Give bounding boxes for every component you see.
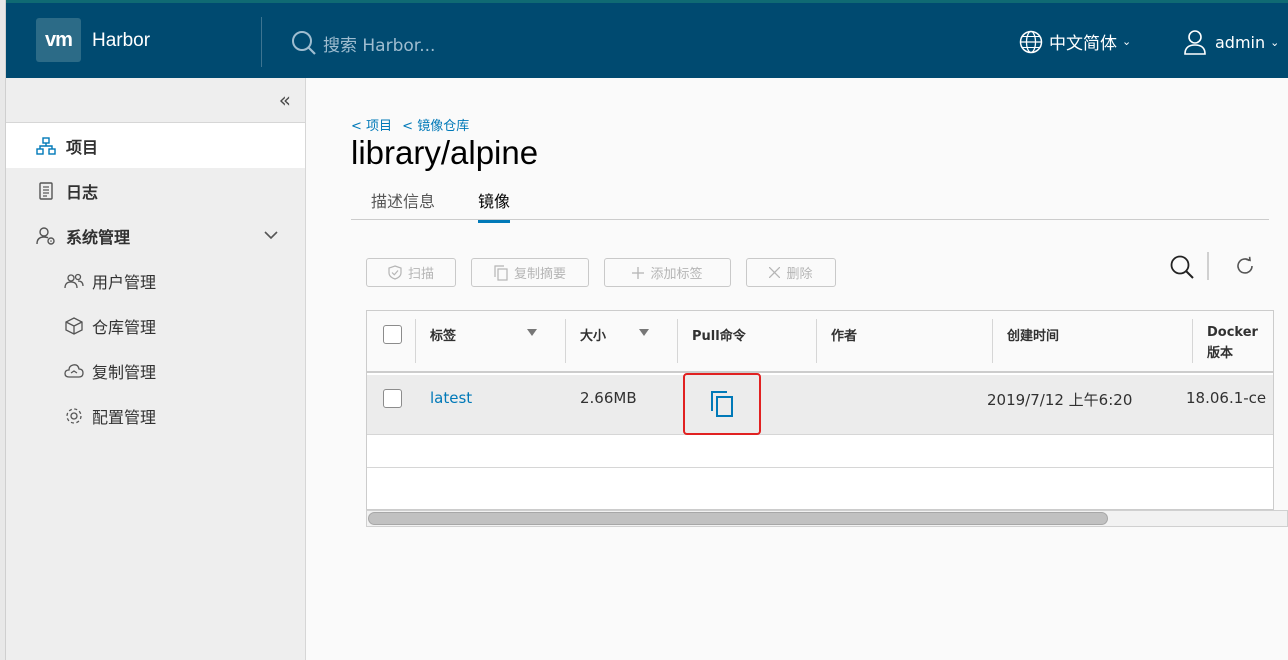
harbor-page: vm Harbor 搜索 Harbor... 中文简体 ⌄ admin ⌄ « … <box>0 0 1288 660</box>
cog-icon <box>66 407 82 424</box>
users-icon <box>64 273 84 288</box>
collapse-icon[interactable]: « <box>279 88 291 112</box>
column-divider <box>992 319 993 363</box>
column-header-created[interactable]: 创建时间 <box>1007 325 1059 344</box>
breadcrumb: < 项目 < 镜像仓库 <box>351 115 475 134</box>
column-divider <box>415 319 416 363</box>
sidebar-item-registries[interactable]: 仓库管理 <box>6 303 305 348</box>
language-selector[interactable]: 中文简体 ⌄ <box>1019 29 1131 54</box>
breadcrumb-projects[interactable]: < 项目 <box>351 119 392 134</box>
chevron-down-icon: ⌄ <box>1122 35 1132 48</box>
delete-button[interactable]: 删除 <box>746 258 836 287</box>
sidebar-item-config[interactable]: 配置管理 <box>6 393 305 438</box>
copy-digest-label: 复制摘要 <box>513 267 566 282</box>
row-divider <box>367 467 1273 468</box>
scan-button[interactable]: 扫描 <box>366 258 456 287</box>
column-divider <box>677 319 678 363</box>
column-header-docker[interactable]: Docker <box>1207 325 1258 340</box>
column-header-version: 版本 <box>1207 346 1234 361</box>
add-label-button[interactable]: 添加标签 <box>604 258 731 287</box>
size-cell: 2.66MB <box>580 389 637 407</box>
docker-version-cell: 18.06.1-ce <box>1186 389 1267 407</box>
sidebar-item-logs[interactable]: 日志 <box>6 168 305 213</box>
tag-link[interactable]: latest <box>430 389 472 407</box>
pull-command-copy-button[interactable] <box>683 373 761 435</box>
column-divider <box>1192 319 1193 363</box>
column-header-size[interactable]: 大小 <box>580 325 606 344</box>
toolbar-divider <box>1207 252 1209 280</box>
sidebar-item-label: 系统管理 <box>66 227 131 247</box>
page-title: library/alpine <box>351 134 539 171</box>
brand-name[interactable]: Harbor <box>92 30 150 52</box>
table-header: 标签 大小 Pull命令 作者 创建时间 Docker 版本 <box>367 311 1273 373</box>
filter-icon[interactable] <box>527 329 537 336</box>
copy-digest-button[interactable]: 复制摘要 <box>471 258 589 287</box>
top-header: vm Harbor 搜索 Harbor... 中文简体 ⌄ admin ⌄ <box>6 0 1288 78</box>
image-table: 标签 大小 Pull命令 作者 创建时间 Docker 版本 latest 2.… <box>366 310 1274 510</box>
column-header-tag[interactable]: 标签 <box>430 325 456 344</box>
sidebar-item-label: 项目 <box>66 137 99 157</box>
scrollbar-thumb[interactable] <box>368 512 1108 525</box>
column-divider <box>816 319 817 363</box>
copy-icon <box>494 264 508 281</box>
row-checkbox[interactable] <box>383 389 402 408</box>
tab-info[interactable]: 描述信息 <box>371 188 435 220</box>
user-menu[interactable]: admin ⌄ <box>1183 29 1279 55</box>
sidebar-item-label: 配置管理 <box>92 407 157 427</box>
breadcrumb-repositories[interactable]: < 镜像仓库 <box>402 119 469 134</box>
sidebar-item-projects[interactable]: 项目 <box>6 123 305 168</box>
chevron-down-icon[interactable] <box>263 227 279 243</box>
refresh-icon[interactable] <box>1234 255 1256 277</box>
project-icon <box>36 136 56 155</box>
close-icon <box>769 267 781 278</box>
sidebar-item-label: 仓库管理 <box>92 317 157 337</box>
log-icon <box>39 181 53 200</box>
sidebar-item-label: 用户管理 <box>92 272 157 292</box>
user-icon <box>1184 30 1206 55</box>
sidebar: « 项目 日志 系统管理 用户管理 仓库管理 复制管理 配置管理 <box>6 78 306 660</box>
created-cell: 2019/7/12 上午6:20 <box>987 391 1133 409</box>
table-row[interactable]: latest 2.66MB 2019/7/12 上午6:20 18.06.1-c… <box>367 373 1273 435</box>
tab-bar: 描述信息 镜像 <box>351 184 1269 223</box>
cube-icon <box>65 316 83 335</box>
sidebar-item-label: 日志 <box>66 182 99 202</box>
globe-icon <box>1019 30 1043 53</box>
tab-images[interactable]: 镜像 <box>478 188 511 223</box>
sidebar-item-users[interactable]: 用户管理 <box>6 258 305 303</box>
cloud-sync-icon <box>64 363 84 378</box>
column-header-pull-command[interactable]: Pull命令 <box>692 325 746 344</box>
chevron-down-icon: ⌄ <box>1270 35 1280 49</box>
vmware-logo[interactable]: vm <box>36 18 81 62</box>
search-icon <box>292 31 316 55</box>
search-input[interactable]: 搜索 Harbor... <box>323 31 435 56</box>
header-divider <box>261 17 262 67</box>
global-search[interactable]: 搜索 Harbor... <box>291 28 435 58</box>
horizontal-scrollbar[interactable] <box>366 510 1288 527</box>
shield-icon <box>388 265 402 280</box>
sidebar-item-replication[interactable]: 复制管理 <box>6 348 305 393</box>
copy-icon <box>711 391 733 417</box>
sidebar-item-admin[interactable]: 系统管理 <box>6 213 305 258</box>
admin-icon <box>36 226 55 245</box>
main-content: < 项目 < 镜像仓库 library/alpine 描述信息 镜像 扫描 复制… <box>307 78 1288 660</box>
plus-icon <box>632 266 645 279</box>
delete-label: 删除 <box>786 267 813 282</box>
column-divider <box>565 319 566 363</box>
username: admin <box>1215 32 1266 52</box>
sidebar-item-label: 复制管理 <box>92 362 157 382</box>
language-label: 中文简体 <box>1049 34 1117 54</box>
sidebar-collapse-bar: « <box>6 78 305 123</box>
add-label-label: 添加标签 <box>650 267 703 282</box>
scan-label: 扫描 <box>407 267 434 282</box>
search-icon[interactable] <box>1169 254 1195 280</box>
column-header-author[interactable]: 作者 <box>831 325 857 344</box>
select-all-checkbox[interactable] <box>383 325 402 344</box>
filter-icon[interactable] <box>639 329 649 336</box>
